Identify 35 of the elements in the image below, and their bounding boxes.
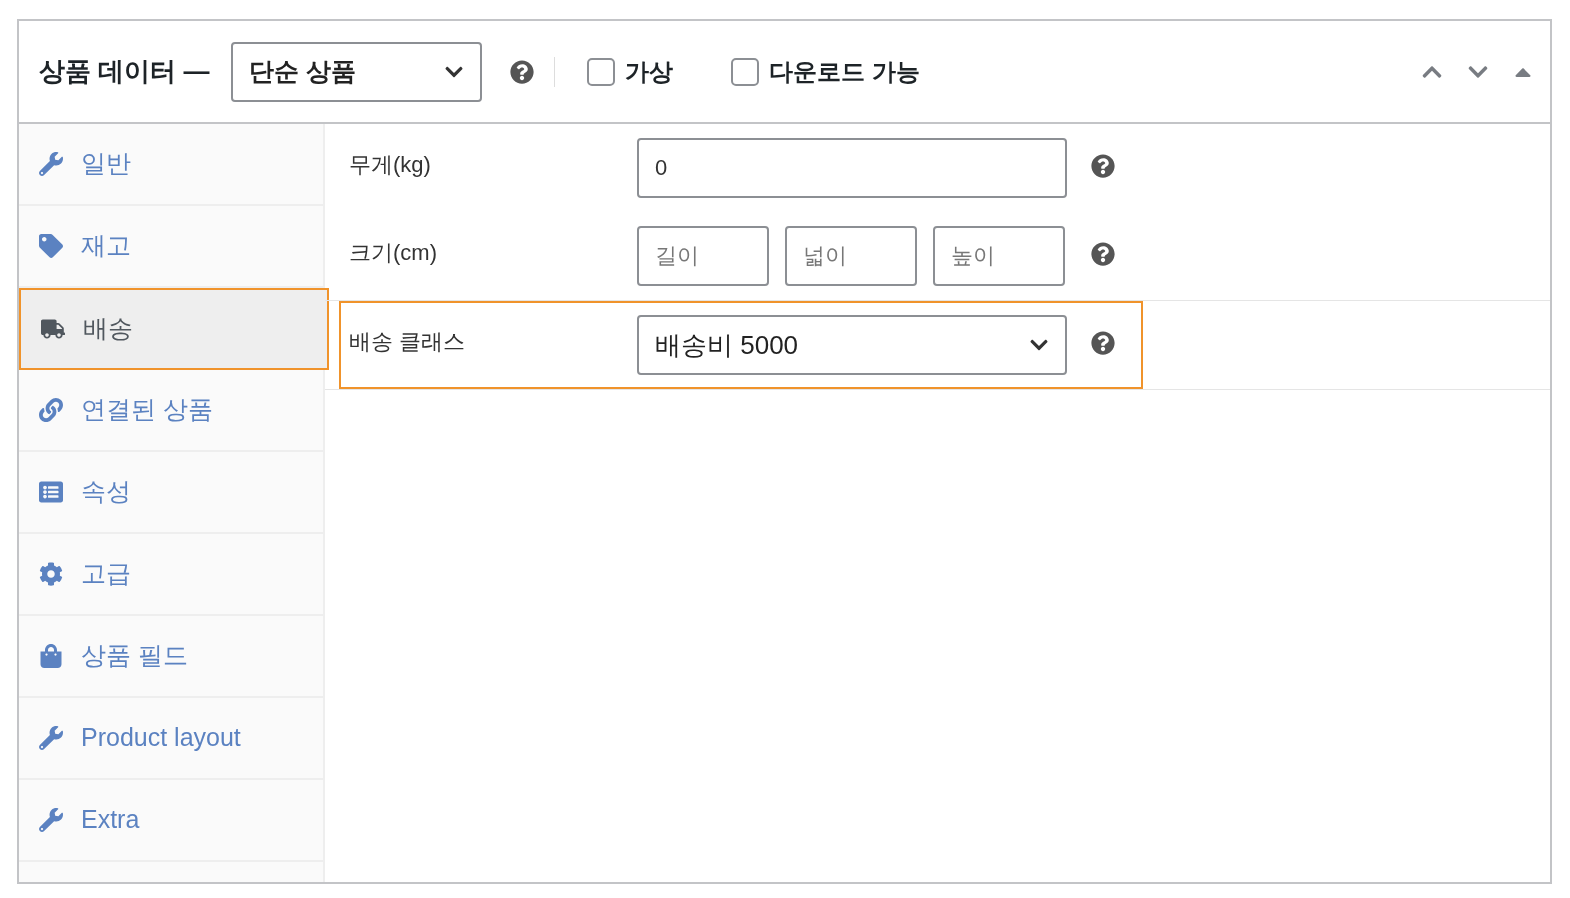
tag-icon [39, 234, 63, 258]
help-icon[interactable] [510, 59, 535, 84]
sidebar-tab[interactable]: Extra [19, 780, 323, 862]
wrench-icon [39, 152, 63, 176]
sidebar-tab[interactable]: 속성 [19, 452, 323, 534]
sidebar-tab[interactable]: 고급 [19, 534, 323, 616]
checkbox[interactable] [587, 57, 616, 86]
help-icon[interactable] [1091, 331, 1115, 355]
checkbox-label: 다운로드 가능 [769, 56, 921, 87]
field-label: 배송 클래스 [348, 328, 467, 356]
dimension-field[interactable]: 넓이 [785, 226, 917, 286]
checkbox-label: 가상 [625, 56, 674, 87]
weight-field[interactable]: 0 [637, 138, 1067, 198]
help-icon[interactable] [1091, 154, 1115, 178]
panel-title: 상품 데이터 — [39, 55, 210, 88]
gear-icon [39, 562, 63, 586]
field-label: 크기(cm) [348, 239, 438, 267]
sidebar-tab[interactable]: Product layout [19, 698, 323, 780]
checkbox[interactable] [731, 57, 760, 86]
dimension-field[interactable]: 높이 [933, 226, 1065, 286]
sidebar-tab[interactable]: 연결된 상품 [19, 370, 323, 452]
sidebar-tab[interactable]: 상품 필드 [19, 616, 323, 698]
truck-icon [41, 317, 65, 341]
field-label: 무게(kg) [348, 151, 432, 179]
bag-icon [39, 644, 63, 668]
help-icon[interactable] [1091, 242, 1115, 266]
list-icon [39, 480, 63, 504]
dimension-field[interactable]: 길이 [637, 226, 769, 286]
shipping-class-select[interactable]: 배송비 5000 [637, 315, 1067, 375]
sidebar-tab[interactable]: 배송 [19, 288, 329, 370]
product-type-select[interactable]: 단순 상품 [231, 41, 483, 102]
wrench-icon [39, 726, 63, 750]
wrench-icon [39, 808, 63, 832]
link-icon [39, 398, 63, 422]
sidebar-tab[interactable]: 일반 [19, 124, 323, 206]
